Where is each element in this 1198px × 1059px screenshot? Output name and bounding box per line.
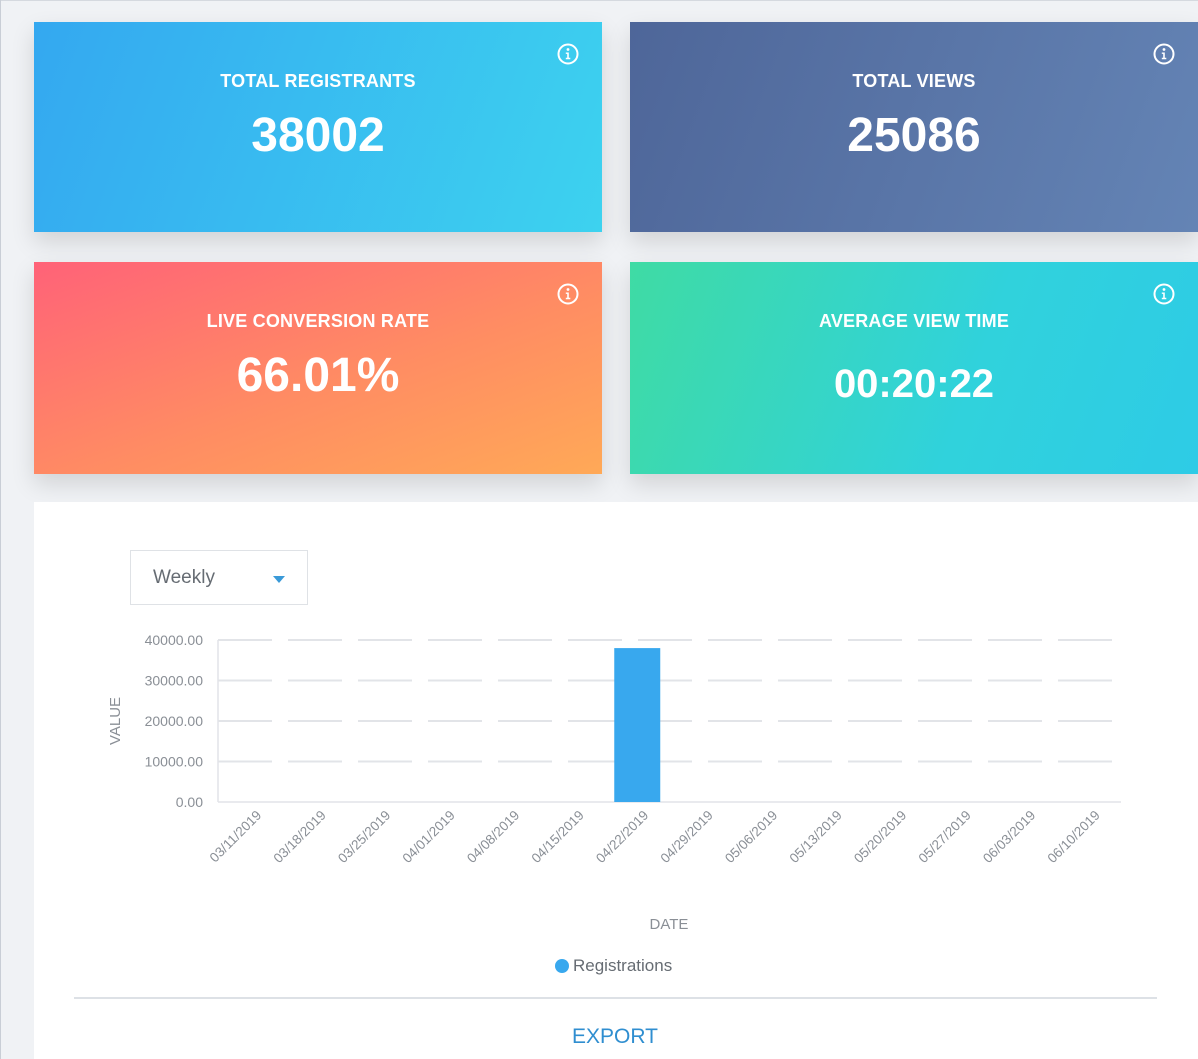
x-tick-label: 05/06/2019: [722, 808, 780, 866]
x-tick-label: 04/15/2019: [528, 808, 586, 866]
x-tick-label: 06/03/2019: [980, 808, 1038, 866]
x-tick-label: 03/25/2019: [335, 808, 393, 866]
x-tick-label: 04/22/2019: [593, 808, 651, 866]
x-tick-label: 06/10/2019: [1044, 808, 1102, 866]
x-axis-title: DATE: [650, 916, 689, 933]
chart-legend[interactable]: Registrations: [555, 955, 672, 977]
y-tick-label: 20000.00: [145, 713, 204, 729]
x-tick-label: 04/08/2019: [464, 808, 522, 866]
x-tick-label: 04/29/2019: [657, 808, 715, 866]
legend-swatch: [555, 959, 569, 973]
y-tick-label: 40000.00: [145, 632, 204, 648]
x-tick-label: 05/13/2019: [786, 808, 844, 866]
x-tick-label: 04/01/2019: [399, 808, 457, 866]
x-tick-label: 03/11/2019: [207, 808, 265, 866]
y-axis-title: VALUE: [107, 697, 124, 745]
x-tick-label: 03/18/2019: [270, 808, 328, 866]
x-tick-label: 05/27/2019: [915, 808, 973, 866]
legend-label: Registrations: [573, 956, 673, 975]
bar: [614, 648, 661, 802]
export-button[interactable]: EXPORT: [0, 1025, 1198, 1049]
registrations-chart: 40000.0030000.0020000.0010000.000.0003/1…: [107, 632, 1121, 933]
y-tick-label: 10000.00: [145, 754, 204, 770]
divider: [74, 997, 1157, 999]
x-tick-label: 05/20/2019: [851, 808, 909, 866]
y-tick-label: 30000.00: [145, 673, 204, 689]
y-tick-label: 0.00: [176, 794, 203, 810]
